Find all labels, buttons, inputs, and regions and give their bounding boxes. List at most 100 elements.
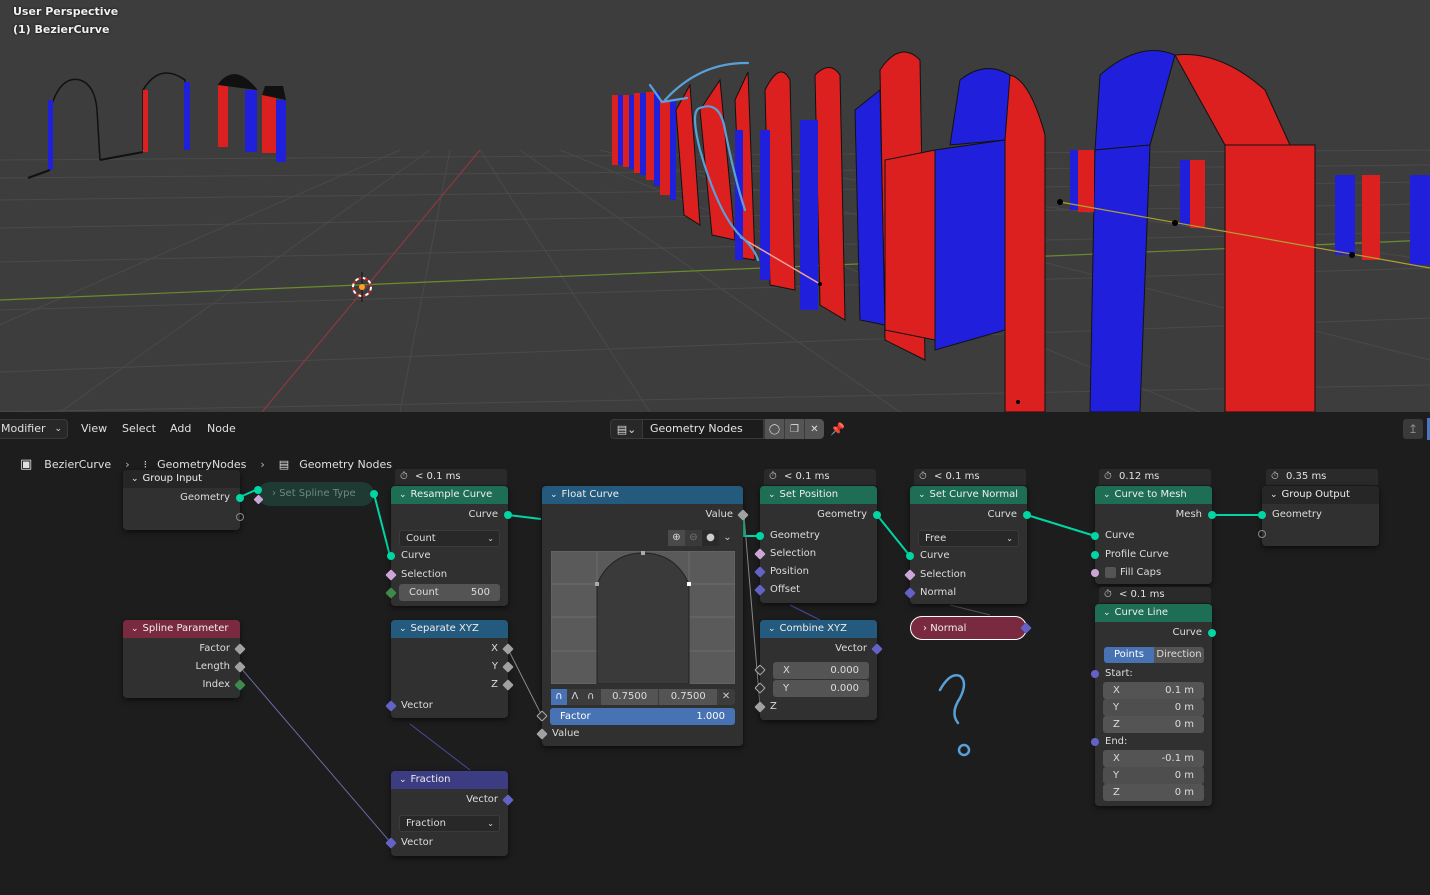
geometry-socket[interactable] [370,490,378,498]
mode-dropdown[interactable]: Count ⌄ [399,530,500,547]
x-field[interactable]: X 0.000 [773,662,869,679]
end-x-field[interactable]: X -0.1 m [1103,750,1204,767]
node-combine-xyz[interactable]: ⌄ Combine XYZ Vector X 0.000 Y 0.000 Z [754,620,883,720]
chevron-down-icon[interactable]: ⌄ [131,470,139,488]
menu-select[interactable]: Select [122,422,156,435]
node-group-input[interactable]: ⌄ Group Input Geometry [123,470,244,530]
start-x-field[interactable]: X 0.1 m [1103,682,1204,699]
node-header[interactable]: ⌄ Separate XYZ [391,620,508,638]
geometry-socket[interactable] [873,511,881,519]
selection-socket[interactable] [253,494,264,505]
chevron-down-icon[interactable]: ⌄ [719,530,736,546]
fill-caps-socket[interactable] [1091,569,1099,577]
geometry-socket[interactable] [236,494,244,502]
unlink-button[interactable]: ✕ [804,419,824,439]
curve-socket[interactable] [1208,629,1216,637]
node-normal[interactable]: › Normal [910,616,1032,640]
node-header[interactable]: ⌄ Fraction [391,771,508,789]
end-socket[interactable] [1091,738,1099,746]
node-header[interactable]: ⌄ Spline Parameter [123,620,240,638]
length-socket[interactable] [234,661,246,673]
node-set-curve-normal[interactable]: ⌄ Set Curve Normal Curve Free ⌄ Curve Sele… [904,486,1031,604]
menu-node[interactable]: Node [207,422,236,435]
node-group-output[interactable]: ⌄ Group Output Geometry [1258,486,1379,546]
chevron-down-icon[interactable]: ⌄ [131,620,139,638]
fill-caps-checkbox[interactable] [1105,566,1116,578]
point-x-field[interactable]: 0.7500 [600,689,659,705]
z-socket[interactable] [754,701,766,713]
chevron-down-icon[interactable]: ⌄ [399,771,407,789]
factor-socket[interactable] [536,710,548,722]
node-header[interactable]: ⌄ Combine XYZ [760,620,877,638]
y-socket[interactable] [754,682,766,694]
value-socket[interactable] [737,509,749,521]
x-socket[interactable] [502,643,514,655]
chevron-down-icon[interactable]: ⌄ [550,486,558,504]
duplicate-button[interactable]: ❐ [784,419,804,439]
y-socket[interactable] [502,661,514,673]
curve-socket[interactable] [906,552,914,560]
smooth-handle-icon[interactable]: ∩ [551,689,567,705]
vector-socket[interactable] [871,643,883,655]
node-curve-line[interactable]: ⌄ Curve Line Curve Points Direction Start… [1091,604,1216,806]
node-header[interactable]: ⌄ Float Curve [542,486,743,504]
empty-socket[interactable] [1258,530,1266,538]
fake-user-button[interactable]: ◯ [764,419,784,439]
normal-socket[interactable] [904,587,916,599]
node-resample-curve[interactable]: ⌄ Resample Curve Curve Count ⌄ Curve Selec… [385,486,512,606]
point-y-field[interactable]: 0.7500 [659,689,718,705]
vector-handle-icon[interactable]: Λ [567,689,583,705]
normal-socket[interactable] [1020,622,1032,634]
mode-dropdown[interactable]: Fraction ⌄ [399,815,500,832]
start-y-field[interactable]: Y0 m [1103,699,1204,716]
chevron-down-icon[interactable]: ⌄ [1103,604,1111,622]
mesh-socket[interactable] [1208,511,1216,519]
clipping-icon[interactable]: ● [702,530,719,546]
node-spline-parameter[interactable]: ⌄ Spline Parameter Factor Length Index [123,620,246,698]
factor-slider[interactable]: Factor 1.000 [550,708,735,725]
mode-dropdown[interactable]: Free ⌄ [918,530,1019,547]
curve-socket[interactable] [387,552,395,560]
chevron-down-icon[interactable]: ⌄ [399,486,407,504]
vector-socket[interactable] [502,794,514,806]
selection-socket[interactable] [754,548,766,560]
chevron-down-icon[interactable]: ⌄ [1270,486,1278,504]
vector-socket[interactable] [385,700,397,712]
node-header[interactable]: ⌄ Curve to Mesh [1095,486,1212,504]
curve-mapping-widget[interactable] [551,551,735,684]
count-field[interactable]: Count 500 [399,584,500,601]
chevron-down-icon[interactable]: ⌄ [1103,486,1111,504]
vector-socket[interactable] [385,837,397,849]
node-group-name-field[interactable]: Geometry Nodes [642,419,764,439]
index-socket[interactable] [234,679,246,691]
curve-socket[interactable] [1023,511,1031,519]
end-y-field[interactable]: Y0 m [1103,767,1204,784]
node-header[interactable]: ⌄ Set Curve Normal [910,486,1027,504]
z-socket[interactable] [502,679,514,691]
tab-points[interactable]: Points [1104,647,1154,663]
count-socket[interactable] [385,587,397,599]
node-tree-browse-button[interactable]: ▤⌄ [610,419,642,439]
node-header[interactable]: ⌄ Group Input [123,470,240,488]
geometry-socket[interactable] [1258,511,1266,519]
x-socket[interactable] [754,664,766,676]
chevron-down-icon[interactable]: ⌄ [768,486,776,504]
parent-node-tree-button[interactable]: ↥ [1403,419,1423,439]
auto-clamped-icon[interactable]: ∩ [583,689,599,705]
selection-socket[interactable] [385,569,397,581]
start-socket[interactable] [1091,670,1099,678]
delete-point-icon[interactable]: ✕ [717,689,735,705]
end-z-field[interactable]: Z0 m [1103,784,1204,801]
offset-socket[interactable] [754,584,766,596]
node-header[interactable]: ⌄ Resample Curve [391,486,508,504]
empty-socket[interactable] [236,513,244,521]
node-curve-to-mesh[interactable]: ⌄ Curve to Mesh Mesh Curve Profile Curve … [1091,486,1216,584]
position-socket[interactable] [754,566,766,578]
node-header[interactable]: ⌄ Curve Line [1095,604,1212,622]
node-fraction[interactable]: ⌄ Fraction Vector Fraction ⌄ Vector [385,771,514,856]
geometry-socket[interactable] [756,532,764,540]
menu-add[interactable]: Add [170,422,191,435]
zoom-out-icon[interactable]: ⊖ [685,530,702,546]
curve-socket[interactable] [504,511,512,519]
value-socket[interactable] [536,728,548,740]
